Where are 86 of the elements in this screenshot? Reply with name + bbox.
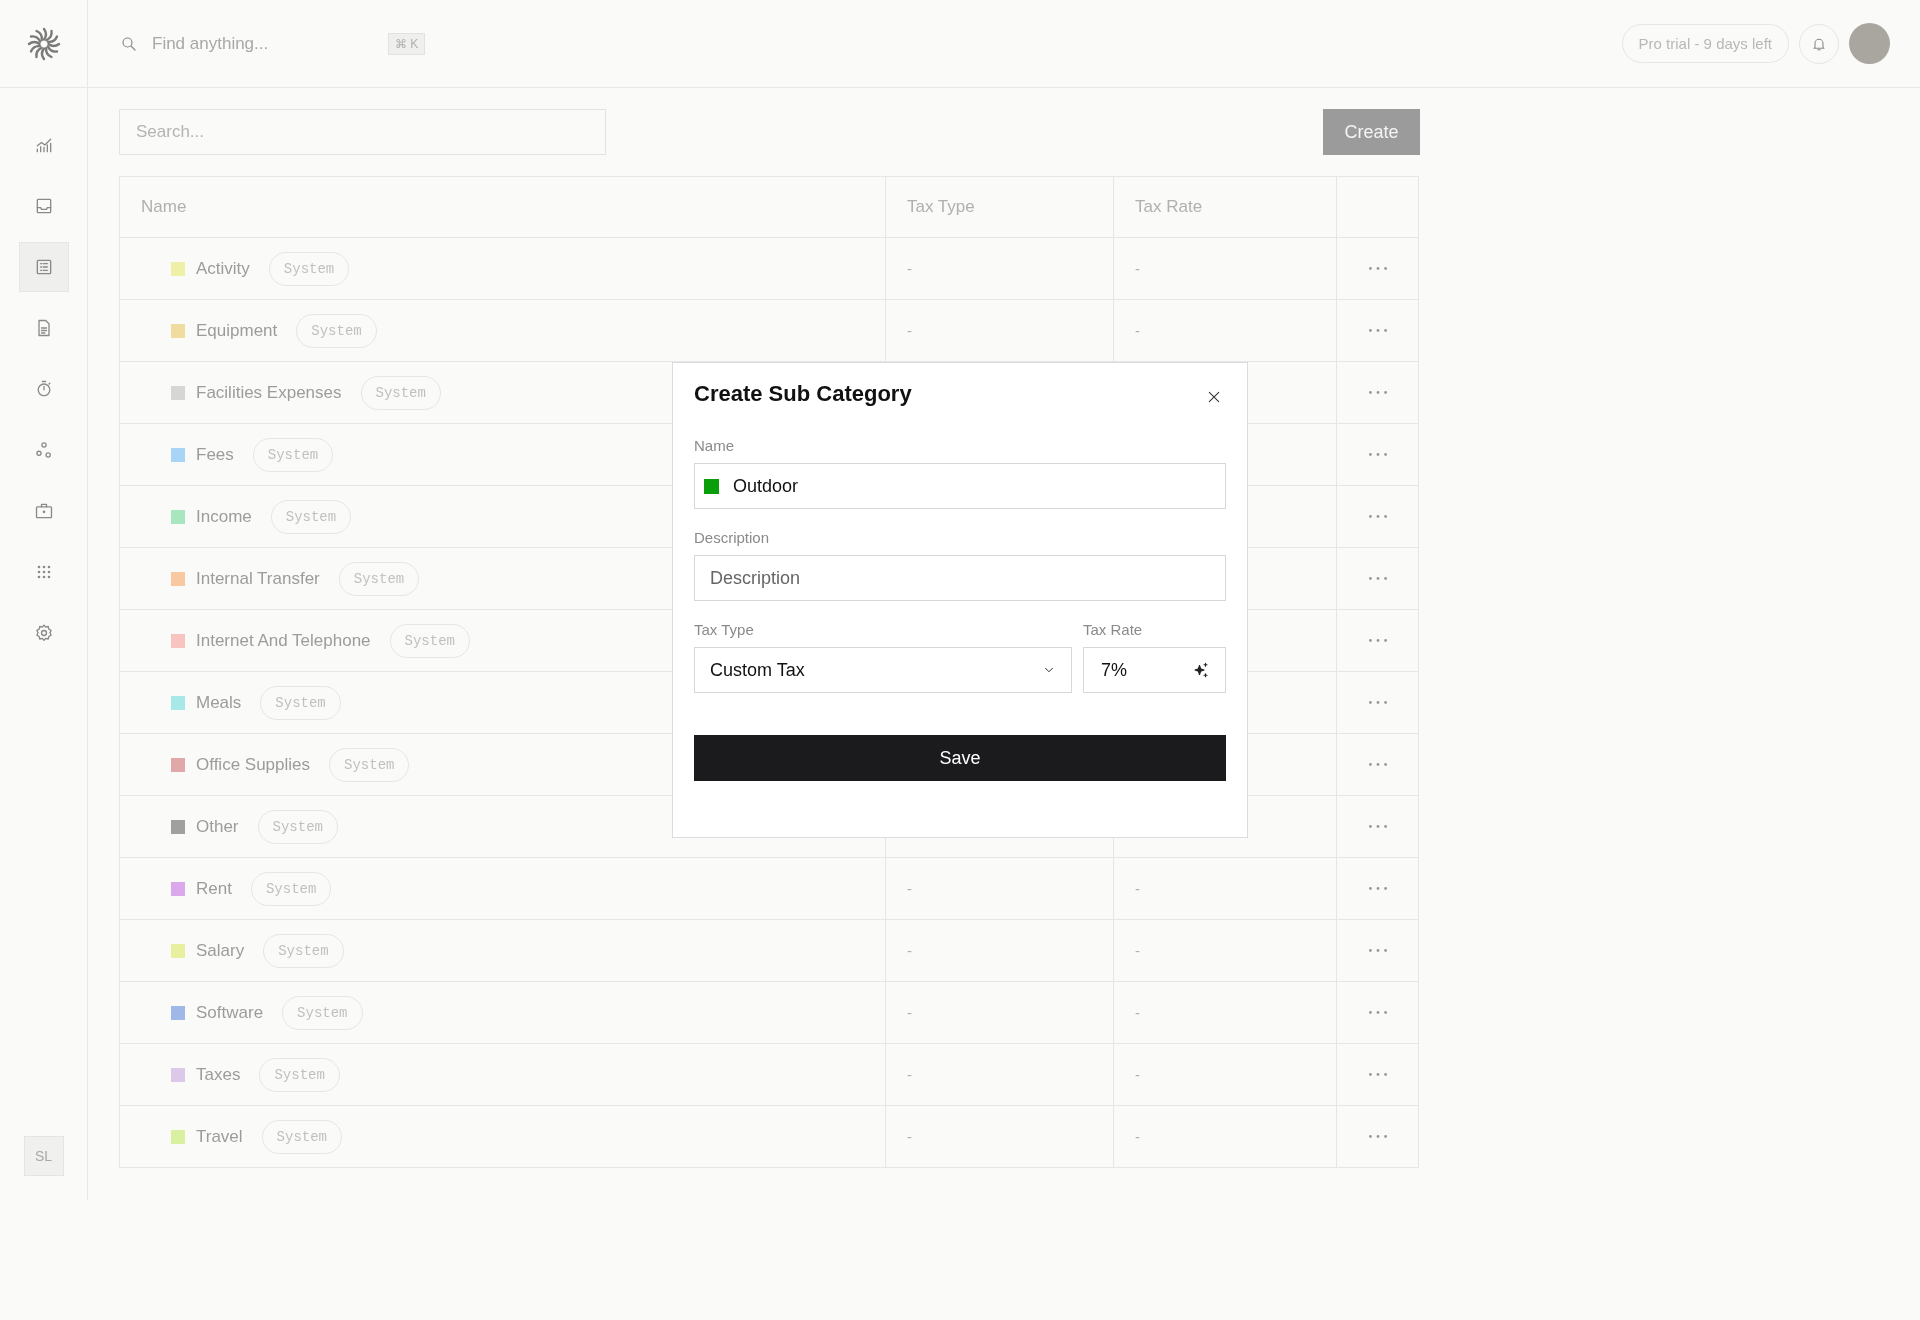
ellipsis-icon [1368,639,1387,642]
ellipsis-icon [1368,763,1387,766]
name-field[interactable]: Outdoor [694,463,1226,509]
tax-rate-field[interactable]: 7% [1083,647,1226,693]
color-swatch[interactable] [704,478,719,494]
ellipsis-icon [1368,949,1387,952]
user-avatar[interactable] [1849,23,1890,64]
category-name: Office Supplies [196,754,311,775]
tax-rate-value: - [1135,1004,1140,1021]
tax-type-select[interactable]: Custom Tax [694,647,1072,693]
ellipsis-icon [1368,1011,1387,1014]
save-button[interactable]: Save [694,735,1226,781]
more-options-button[interactable] [1366,947,1389,954]
category-name: Fees [196,444,234,465]
more-options-button[interactable] [1366,1133,1389,1140]
ellipsis-icon [1368,453,1387,456]
category-name: Equipment [196,320,278,341]
ellipsis-icon [1368,391,1387,394]
more-options-button[interactable] [1366,265,1389,272]
dialog-title: Create Sub Category [694,381,912,407]
category-name: Facilities Expenses [196,382,342,403]
tax-rate-input[interactable]: 7% [1099,658,1192,682]
more-options-button[interactable] [1366,389,1389,396]
more-options-button[interactable] [1366,513,1389,520]
ellipsis-icon [1368,701,1387,704]
search-field[interactable]: Search... [119,109,606,155]
field-label: Tax Type [694,621,755,638]
field-label: Description [694,529,771,546]
ellipsis-icon [1368,1073,1387,1076]
shortcut-hint: ⌘ K [388,32,426,55]
more-options-button[interactable] [1366,699,1389,706]
sunburst-logo-icon [25,25,62,62]
more-options-button[interactable] [1366,327,1389,334]
ellipsis-icon [1368,515,1387,518]
category-name: Income [196,506,252,527]
tax-type-value: - [907,322,912,339]
tax-type-value: - [907,880,912,897]
category-name: Activity [196,258,250,279]
tax-type-value: - [907,1004,912,1021]
tax-type-value: - [907,260,912,277]
more-options-button[interactable] [1366,761,1389,768]
name-input[interactable]: Outdoor [731,474,1210,498]
more-options-button[interactable] [1366,637,1389,644]
tax-rate-value: - [1135,1066,1140,1083]
ellipsis-icon [1368,329,1387,332]
ellipsis-icon [1368,887,1387,890]
more-options-button[interactable] [1366,823,1389,830]
field-label: Name [694,437,735,454]
category-name: Salary [196,940,245,961]
briefcase-icon [33,501,54,521]
column-header: Name [141,197,187,217]
tax-rate-value: - [1135,942,1140,959]
settings-icon [33,623,54,643]
tax-type-value: - [907,942,912,959]
ellipsis-icon [1368,267,1387,270]
field-label: Tax Rate [1083,621,1144,638]
circles-icon [33,440,54,460]
category-name: Internet And Telephone [196,630,371,651]
close-icon [1206,389,1222,405]
more-options-button[interactable] [1366,1071,1389,1078]
tax-type-value: - [907,1128,912,1145]
column-header: Tax Type [907,197,975,217]
tax-rate-value: - [1135,322,1140,339]
tax-rate-value: - [1135,880,1140,897]
ellipsis-icon [1368,577,1387,580]
more-options-button[interactable] [1366,451,1389,458]
ellipsis-icon [1368,1135,1387,1138]
tax-rate-value: - [1135,1128,1140,1145]
search-icon [120,34,138,53]
more-options-button[interactable] [1366,1009,1389,1016]
category-name: Travel [196,1126,243,1147]
category-name: Software [196,1002,264,1023]
sparkles-icon [1192,661,1210,679]
category-name: Taxes [196,1064,241,1085]
tax-rate-value: - [1135,260,1140,277]
category-name: Meals [196,692,242,713]
more-options-button[interactable] [1366,885,1389,892]
description-field[interactable]: Description [694,555,1226,601]
category-name: Other [196,816,239,837]
column-header: Tax Rate [1135,197,1203,217]
category-name: Rent [196,878,232,899]
category-name: Internal Transfer [196,568,320,589]
tax-type-value: - [907,1066,912,1083]
ellipsis-icon [1368,825,1387,828]
nav-item[interactable] [18,242,69,292]
more-options-button[interactable] [1366,575,1389,582]
